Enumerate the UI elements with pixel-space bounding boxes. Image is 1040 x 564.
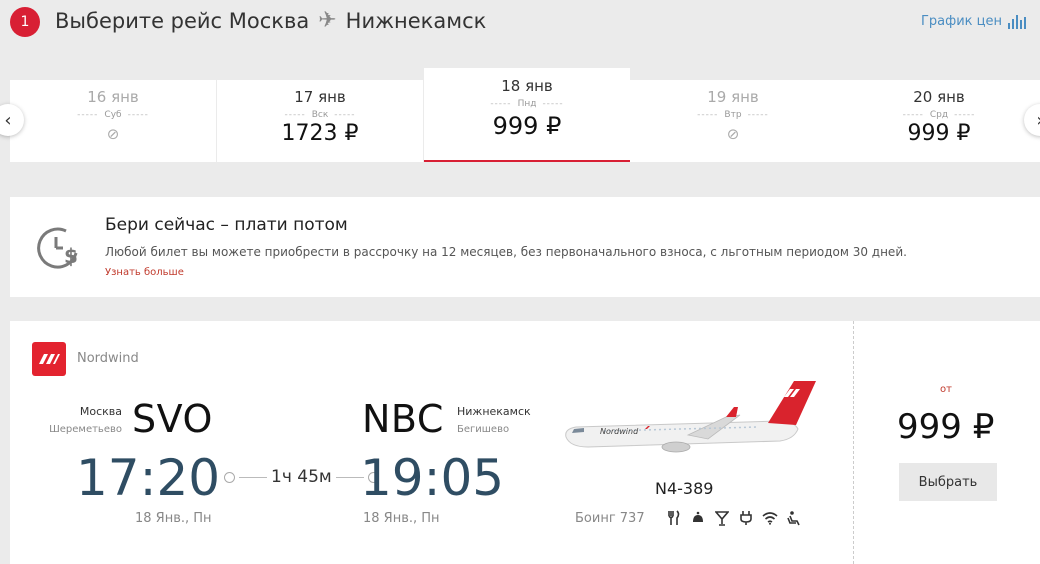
date-label: 18 янв (501, 77, 553, 95)
wifi-icon (762, 509, 778, 527)
duration-label: 1ч 45м (271, 467, 332, 487)
nordwind-logo (32, 342, 66, 376)
departure-time: 17:20 (76, 449, 221, 507)
date-price: 999 ₽ (907, 121, 971, 146)
price-from-label: от (940, 384, 952, 395)
unavailable-icon: ⊘ (726, 125, 740, 143)
airplane-icon: ✈ (318, 8, 337, 33)
bar-chart-icon (1008, 15, 1026, 29)
page-title: Выберите рейс Москва ✈ Нижнекамск (55, 9, 486, 33)
power-outlet-icon (738, 509, 754, 527)
learn-more-link[interactable]: Узнать больше (105, 267, 184, 278)
drinks-icon (714, 509, 730, 527)
chevron-left-icon: ‹ (4, 109, 12, 131)
weekday-label: Суб (104, 110, 122, 120)
weekday-label: Пнд (517, 99, 537, 109)
arrival-date: 18 Янв., Пн (363, 511, 440, 526)
date-option-18-jan[interactable]: 18 янв ----- Пнд ----- 999 ₽ (424, 68, 630, 162)
step-badge: 1 (10, 7, 40, 37)
departure-airport: Шереметьево (49, 424, 122, 435)
arrival-location: Нижнекамск Бегишево (457, 405, 531, 435)
arrival-airport: Бегишево (457, 424, 510, 435)
departure-city: Москва (79, 405, 122, 418)
flight-duration: 1ч 45м (224, 467, 379, 487)
date-label: 19 янв (707, 88, 759, 106)
flight-number: N4-389 (655, 479, 714, 498)
weekday-label: Срд (929, 110, 949, 120)
date-price: 1723 ₽ (281, 121, 359, 146)
aircraft-image: Nordwind (565, 381, 816, 453)
title-prefix: Выберите рейс Москва (55, 9, 310, 33)
date-option-19-jan[interactable]: 19 янв ----- Втр ----- ⊘ (630, 80, 836, 162)
card-divider (853, 321, 854, 564)
weekday-label: Втр (724, 110, 742, 120)
svg-text:$: $ (64, 244, 78, 268)
promo-text: Любой билет вы можете приобрести в расср… (105, 245, 907, 259)
date-label: 16 янв (87, 88, 139, 106)
date-option-20-jan[interactable]: 20 янв ----- Срд ----- 999 ₽ (836, 80, 1040, 162)
arrival-code: NBC (362, 397, 444, 441)
amenities-list (666, 509, 802, 527)
flight-price: 999 ₽ (897, 407, 995, 447)
arrival-time: 19:05 (360, 449, 505, 507)
departure-date: 18 Янв., Пн (135, 511, 212, 526)
airline-name: Nordwind (77, 351, 139, 366)
date-option-16-jan[interactable]: 16 янв ----- Суб ----- ⊘ (10, 80, 216, 162)
installment-promo-banner: $ Бери сейчас – плати потом Любой билет … (10, 197, 1040, 297)
weekday-label: Вск (311, 110, 329, 120)
svg-text:Nordwind: Nordwind (600, 427, 639, 436)
select-flight-button[interactable]: Выбрать (899, 463, 997, 501)
meal-icon (666, 509, 682, 527)
date-label: 20 янв (913, 88, 965, 106)
date-price: 999 ₽ (492, 112, 562, 140)
price-chart-link[interactable]: График цен (921, 14, 1026, 29)
price-chart-label: График цен (920, 14, 1002, 29)
snack-icon (690, 509, 706, 527)
departure-code: SVO (132, 397, 213, 441)
title-destination: Нижнекамск (345, 9, 487, 33)
chevron-right-icon: › (1036, 110, 1040, 131)
nordwind-logo-icon (39, 354, 60, 364)
date-strip: 16 янв ----- Суб ----- ⊘ 17 янв ----- Вск --… (10, 68, 1040, 162)
flight-card: Nordwind Москва Шереметьево SVO 17:20 18… (10, 321, 1040, 564)
seat-icon (786, 509, 802, 527)
unavailable-icon: ⊘ (106, 125, 120, 143)
departure-location: Москва Шереметьево (28, 405, 122, 435)
clock-dollar-icon: $ (37, 227, 78, 269)
arrival-city: Нижнекамск (457, 405, 531, 418)
aircraft-type: Боинг 737 (575, 511, 645, 526)
date-label: 17 янв (294, 88, 346, 106)
date-option-17-jan[interactable]: 17 янв ----- Вск ----- 1723 ₽ (217, 80, 423, 162)
promo-title: Бери сейчас – плати потом (105, 215, 348, 235)
